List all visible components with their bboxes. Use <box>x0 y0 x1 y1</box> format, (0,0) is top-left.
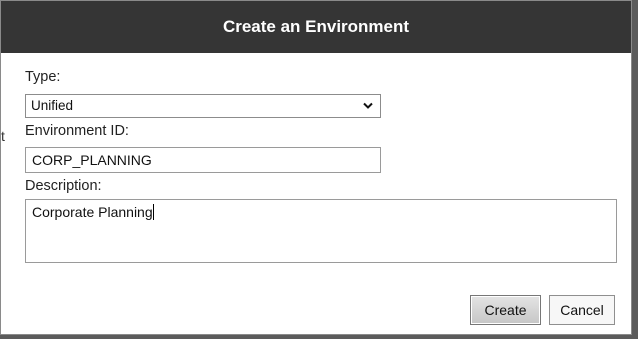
backdrop-edge-right <box>632 0 638 339</box>
create-button[interactable]: Create <box>470 295 541 325</box>
environment-id-field[interactable]: CORP_PLANNING <box>25 147 381 173</box>
backdrop-edge-bottom <box>0 335 638 339</box>
description-textarea[interactable]: Corporate Planning <box>25 199 617 263</box>
type-select[interactable]: Unified <box>25 94 381 118</box>
description-label: Description: <box>25 178 102 194</box>
text-caret <box>152 204 154 220</box>
cancel-button[interactable]: Cancel <box>549 295 615 325</box>
background-text-fragment: t <box>1 128 5 144</box>
create-environment-dialog: Create an Environment t Type: Unified En… <box>0 0 632 335</box>
description-value: Corporate Planning <box>32 204 153 220</box>
environment-id-label: Environment ID: <box>25 123 129 139</box>
type-label: Type: <box>25 69 61 85</box>
environment-id-value: CORP_PLANNING <box>32 152 152 168</box>
chevron-down-icon <box>363 102 373 109</box>
dialog-title: Create an Environment <box>1 1 631 53</box>
type-select-value: Unified <box>31 98 74 113</box>
